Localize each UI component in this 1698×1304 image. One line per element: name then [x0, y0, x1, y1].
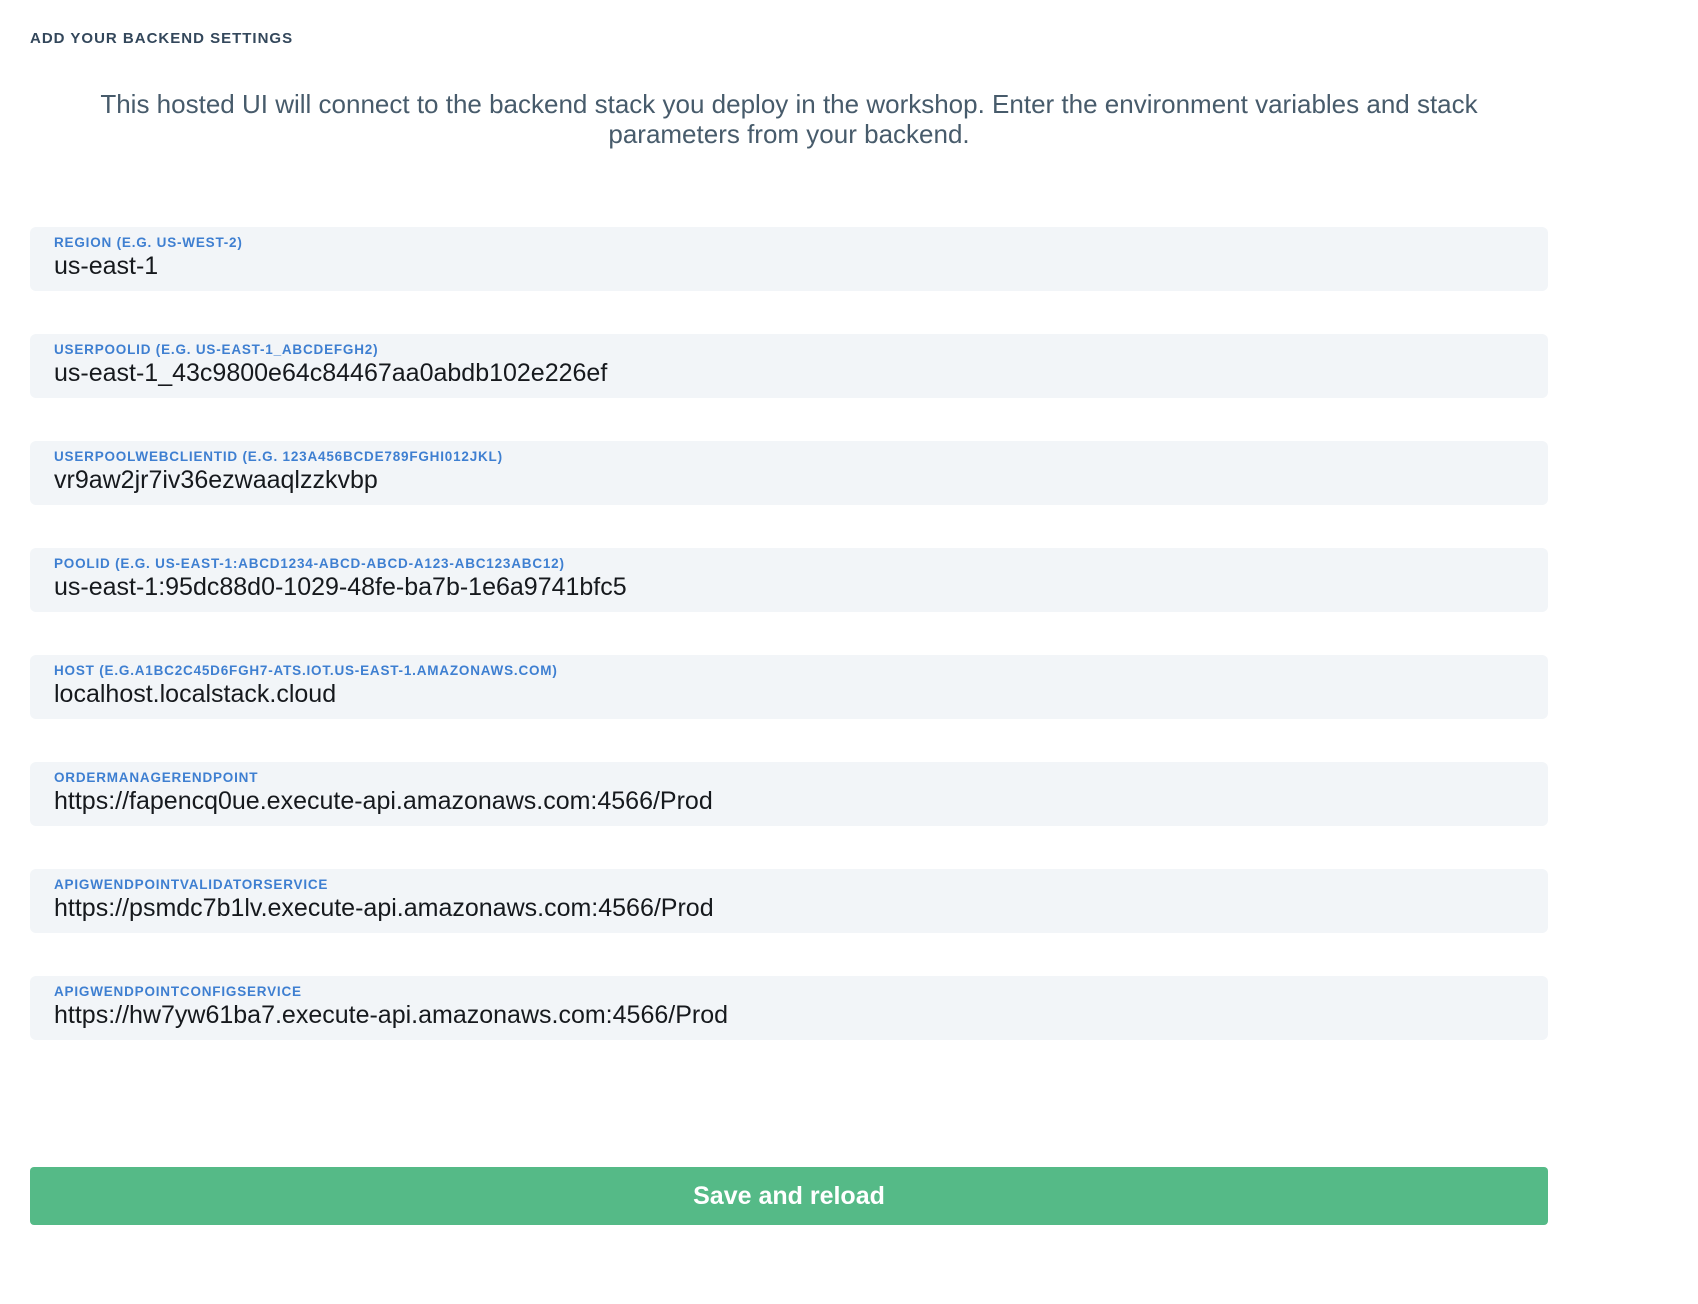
field-ordermanagerendpoint-label: ORDERMANAGERENDPOINT: [54, 770, 1536, 785]
field-userpoolid-input[interactable]: us-east-1_43c9800e64c84467aa0abdb102e226…: [54, 359, 1536, 388]
field-userpoolid[interactable]: USERPOOLID (E.G. US-EAST-1_ABCDEFGH2) us…: [30, 334, 1548, 398]
backend-settings-page: ADD YOUR BACKEND SETTINGS This hosted UI…: [0, 0, 1698, 1265]
field-ordermanagerendpoint[interactable]: ORDERMANAGERENDPOINT https://fapencq0ue.…: [30, 762, 1548, 826]
field-poolid[interactable]: POOLID (E.G. US-EAST-1:ABCD1234-ABCD-ABC…: [30, 548, 1548, 612]
field-host-input[interactable]: localhost.localstack.cloud: [54, 680, 1536, 709]
field-region-input[interactable]: us-east-1: [54, 252, 1536, 281]
field-region[interactable]: REGION (E.G. US-WEST-2) us-east-1: [30, 227, 1548, 291]
field-apigwendpointconfigservice-input[interactable]: https://hw7yw61ba7.execute-api.amazonaws…: [54, 1001, 1536, 1030]
field-host[interactable]: HOST (E.G.A1BC2C45D6FGH7-ATS.IOT.US-EAST…: [30, 655, 1548, 719]
settings-form: REGION (E.G. US-WEST-2) us-east-1 USERPO…: [30, 227, 1548, 1040]
field-poolid-label: POOLID (E.G. US-EAST-1:ABCD1234-ABCD-ABC…: [54, 556, 1536, 571]
page-title: ADD YOUR BACKEND SETTINGS: [30, 30, 1548, 47]
field-ordermanagerendpoint-input[interactable]: https://fapencq0ue.execute-api.amazonaws…: [54, 787, 1536, 816]
field-apigwendpointconfigservice-label: APIGWENDPOINTCONFIGSERVICE: [54, 984, 1536, 999]
field-region-label: REGION (E.G. US-WEST-2): [54, 235, 1536, 250]
field-userpoolid-label: USERPOOLID (E.G. US-EAST-1_ABCDEFGH2): [54, 342, 1536, 357]
field-userpoolwebclientid-input[interactable]: vr9aw2jr7iv36ezwaaqlzzkvbp: [54, 466, 1536, 495]
field-poolid-input[interactable]: us-east-1:95dc88d0-1029-48fe-ba7b-1e6a97…: [54, 573, 1536, 602]
field-userpoolwebclientid[interactable]: USERPOOLWEBCLIENTID (E.G. 123A456BCDE789…: [30, 441, 1548, 505]
field-userpoolwebclientid-label: USERPOOLWEBCLIENTID (E.G. 123A456BCDE789…: [54, 449, 1536, 464]
field-apigwendpointvalidatorservice-input[interactable]: https://psmdc7b1lv.execute-api.amazonaws…: [54, 894, 1536, 923]
field-apigwendpointvalidatorservice-label: APIGWENDPOINTVALIDATORSERVICE: [54, 877, 1536, 892]
page-description: This hosted UI will connect to the backe…: [44, 89, 1534, 149]
field-apigwendpointconfigservice[interactable]: APIGWENDPOINTCONFIGSERVICE https://hw7yw…: [30, 976, 1548, 1040]
field-host-label: HOST (E.G.A1BC2C45D6FGH7-ATS.IOT.US-EAST…: [54, 663, 1536, 678]
field-apigwendpointvalidatorservice[interactable]: APIGWENDPOINTVALIDATORSERVICE https://ps…: [30, 869, 1548, 933]
save-and-reload-button[interactable]: Save and reload: [30, 1167, 1548, 1225]
